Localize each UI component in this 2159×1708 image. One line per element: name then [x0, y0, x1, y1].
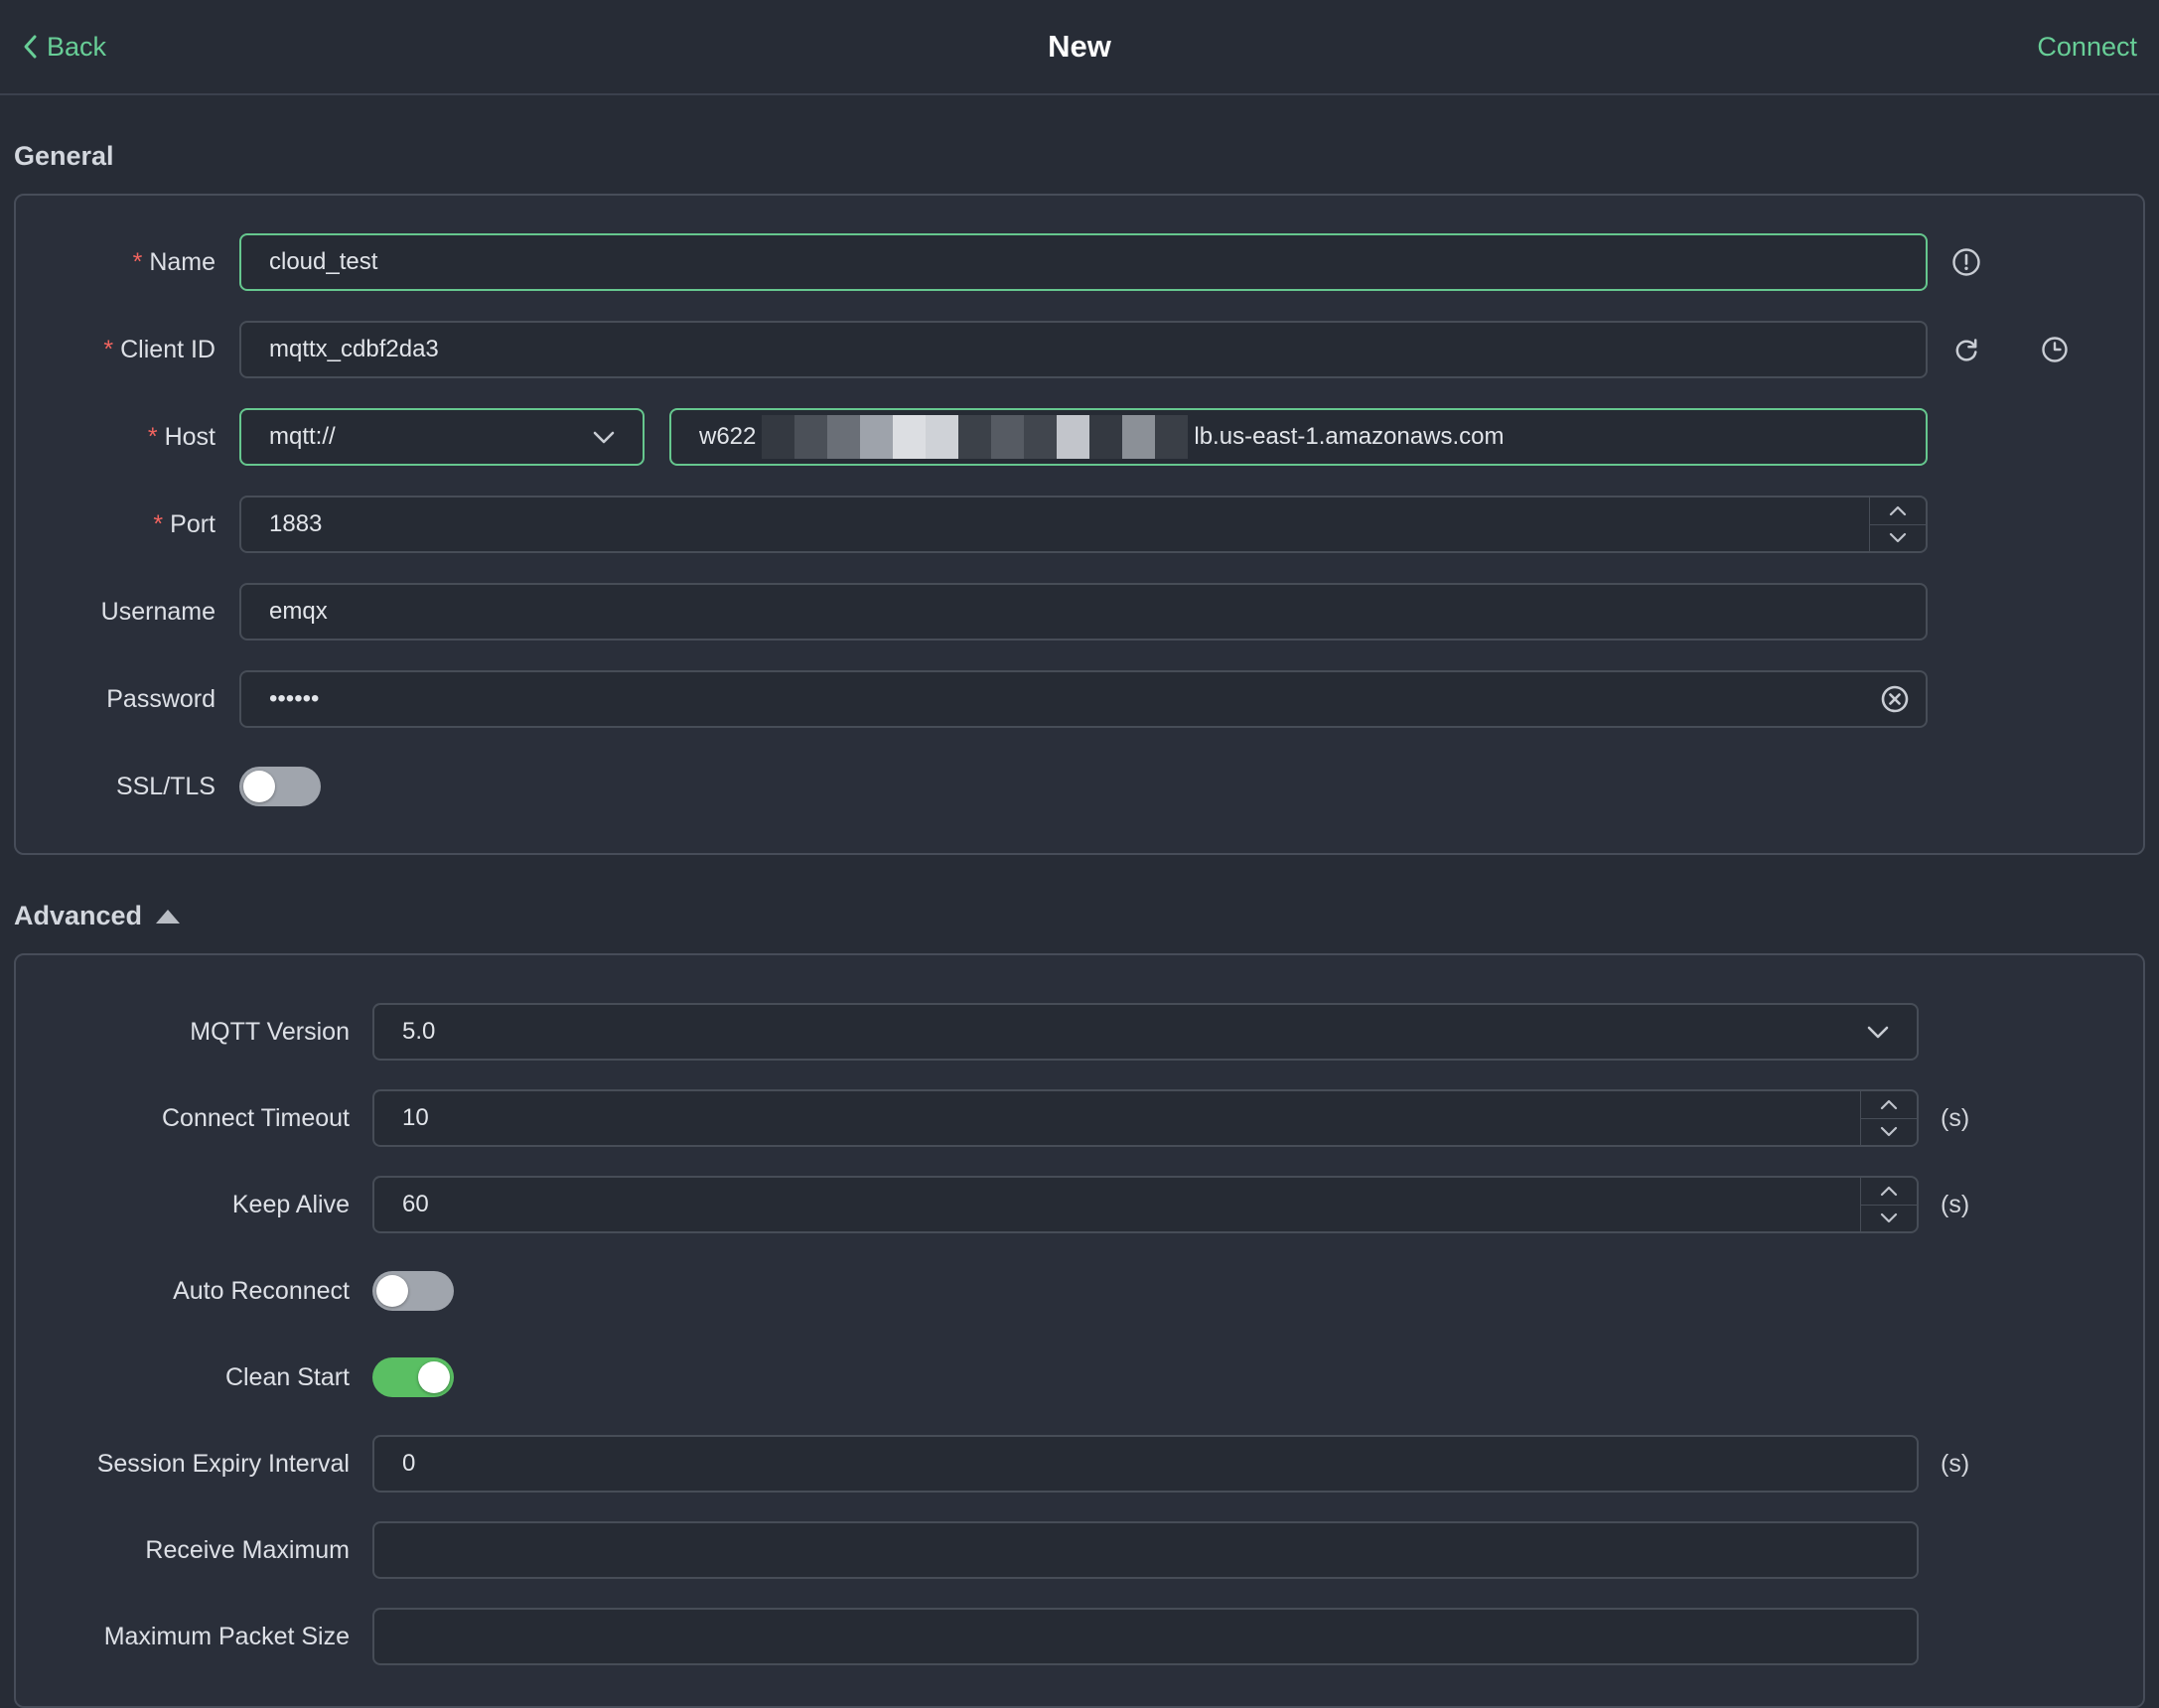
- clean-start-toggle[interactable]: [372, 1357, 454, 1397]
- spinner-down-icon[interactable]: [1870, 525, 1926, 552]
- max-packet-size-row: Maximum Packet Size: [16, 1608, 2143, 1665]
- session-expiry-input[interactable]: [372, 1435, 1919, 1493]
- max-packet-size-input[interactable]: [372, 1608, 1919, 1665]
- client-id-row: * Client ID: [16, 321, 2143, 378]
- keep-alive-spinner: [1860, 1178, 1917, 1231]
- port-spinner: [1869, 498, 1926, 551]
- host-protocol-select[interactable]: mqtt://: [239, 408, 645, 466]
- advanced-section-label: Advanced: [14, 901, 143, 930]
- port-row: * Port: [16, 496, 2143, 553]
- unit-suffix: (s): [1941, 1449, 1970, 1478]
- port-label: * Port: [153, 509, 216, 538]
- unit-suffix: (s): [1941, 1190, 1970, 1218]
- redacted-block: [762, 415, 1189, 459]
- required-marker: *: [132, 247, 143, 276]
- back-button[interactable]: Back: [22, 32, 106, 63]
- connect-timeout-label: Connect Timeout: [162, 1103, 350, 1132]
- mqtt-version-label: MQTT Version: [190, 1017, 350, 1046]
- advanced-card: MQTT Version 5.0 Connect Timeout 10 (s) …: [14, 953, 2145, 1708]
- spinner-up-icon[interactable]: [1861, 1178, 1917, 1206]
- connect-button[interactable]: Connect: [2037, 32, 2137, 63]
- host-input[interactable]: w622 lb.us-east-1.amazonaws.com: [669, 408, 1928, 466]
- back-chevron-icon: [22, 34, 38, 60]
- connect-timeout-input[interactable]: [372, 1089, 1919, 1147]
- keep-alive-row: Keep Alive (s): [16, 1176, 2143, 1233]
- auto-reconnect-row: Auto Reconnect: [16, 1262, 2143, 1320]
- spinner-down-icon[interactable]: [1861, 1206, 1917, 1232]
- host-row: * Host mqtt:// w622 lb.us-east-1.amazonaw…: [16, 408, 2143, 466]
- password-row: Password: [16, 670, 2143, 728]
- toggle-knob: [418, 1361, 450, 1393]
- host-label: * Host: [147, 422, 216, 451]
- spinner-up-icon[interactable]: [1861, 1091, 1917, 1119]
- name-input[interactable]: [239, 233, 1928, 291]
- mqtt-version-value: 5.0: [402, 1018, 436, 1045]
- collapse-icon[interactable]: [156, 909, 181, 924]
- spinner-up-icon[interactable]: [1870, 498, 1926, 525]
- chevron-down-icon: [593, 431, 615, 444]
- page-title: New: [1048, 29, 1111, 64]
- auto-reconnect-label: Auto Reconnect: [173, 1276, 350, 1305]
- port-input[interactable]: [239, 496, 1928, 553]
- required-marker: *: [103, 335, 114, 363]
- auto-reconnect-toggle[interactable]: [372, 1271, 454, 1311]
- mqtt-version-select[interactable]: 5.0: [372, 1003, 1919, 1061]
- history-clock-icon[interactable]: [2041, 336, 2069, 363]
- username-label: Username: [100, 597, 216, 626]
- ssl-row: SSL/TLS: [16, 758, 2143, 815]
- warning-icon: [1951, 247, 1981, 277]
- clean-start-row: Clean Start: [16, 1349, 2143, 1406]
- connect-timeout-spinner: [1860, 1091, 1917, 1145]
- toggle-knob: [376, 1275, 408, 1307]
- ssl-toggle[interactable]: [239, 767, 321, 806]
- clear-icon[interactable]: [1880, 684, 1910, 714]
- unit-suffix: (s): [1941, 1103, 1970, 1132]
- refresh-icon[interactable]: [1951, 335, 1981, 364]
- required-marker: *: [153, 509, 164, 538]
- host-protocol-value: mqtt://: [269, 423, 336, 450]
- session-expiry-label: Session Expiry Interval: [96, 1449, 350, 1478]
- receive-maximum-input[interactable]: [372, 1521, 1919, 1579]
- client-id-input[interactable]: [239, 321, 1928, 378]
- password-input[interactable]: [239, 670, 1928, 728]
- general-section-label: General: [14, 141, 114, 171]
- mqtt-version-row: MQTT Version 5.0: [16, 1003, 2143, 1061]
- max-packet-size-label: Maximum Packet Size: [103, 1622, 350, 1650]
- clean-start-label: Clean Start: [224, 1362, 350, 1391]
- host-value-suffix: lb.us-east-1.amazonaws.com: [1194, 423, 1505, 450]
- host-value-prefix: w622: [699, 423, 757, 450]
- username-input[interactable]: [239, 583, 1928, 640]
- top-bar: Back New Connect: [0, 0, 2159, 95]
- connect-timeout-row: Connect Timeout (s): [16, 1089, 2143, 1147]
- general-section-title: General: [14, 141, 2143, 172]
- toggle-knob: [243, 771, 275, 802]
- client-id-label: * Client ID: [103, 335, 216, 363]
- required-marker: *: [147, 422, 158, 451]
- session-expiry-row: Session Expiry Interval (s): [16, 1435, 2143, 1493]
- keep-alive-input[interactable]: [372, 1176, 1919, 1233]
- receive-maximum-label: Receive Maximum: [145, 1535, 350, 1564]
- general-card: *Name *Client ID *Host mqtt:/: [14, 194, 2145, 855]
- ssl-label: SSL/TLS: [115, 772, 216, 800]
- chevron-down-icon: [1867, 1026, 1889, 1039]
- spinner-down-icon[interactable]: [1861, 1119, 1917, 1146]
- receive-maximum-row: Receive Maximum: [16, 1521, 2143, 1579]
- name-label: * Name: [132, 247, 216, 276]
- password-label: Password: [106, 684, 216, 713]
- keep-alive-label: Keep Alive: [231, 1190, 350, 1218]
- back-label: Back: [47, 31, 107, 62]
- username-row: Username: [16, 583, 2143, 640]
- name-row: * Name: [16, 233, 2143, 291]
- advanced-section-title[interactable]: Advanced: [14, 901, 2143, 931]
